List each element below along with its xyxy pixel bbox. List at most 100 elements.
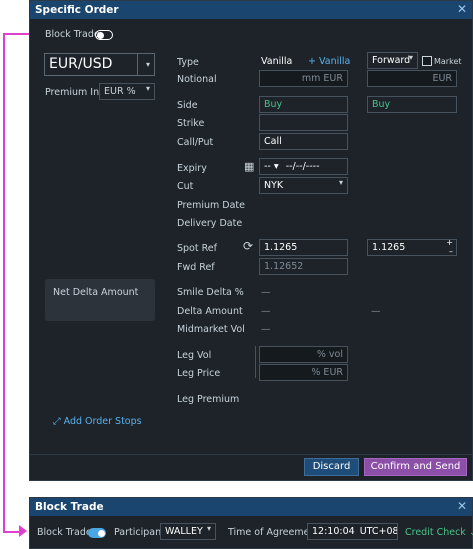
leg-vol-price-bracket — [255, 346, 258, 378]
side-label: Side — [177, 100, 198, 111]
call-put-label: Call/Put — [177, 137, 214, 148]
participant-label: Participant — [114, 527, 165, 538]
block-trade-title: Block Trade — [35, 501, 104, 513]
chevron-down-icon: ▾ — [145, 84, 150, 93]
leg1-expiry-tenor: -- ▾ — [264, 161, 279, 172]
close-icon[interactable]: ✕ — [457, 499, 467, 513]
specific-order-panel: Specific Order ✕ Block Trade EUR/USD ▾ P… — [29, 0, 473, 481]
leg2-spot-ref-input[interactable]: 1.1265 + – — [367, 239, 457, 256]
chevron-down-icon: ▾ — [338, 178, 343, 187]
participant-value: WALLEY — [165, 526, 203, 537]
refresh-icon[interactable]: ⟳ — [243, 239, 253, 253]
credit-check-label: Credit Check — [405, 527, 466, 538]
chevron-down-icon: ▾ — [145, 60, 150, 69]
leg1-spot-ref-input[interactable]: 1.1265 — [259, 239, 348, 256]
leg1-price-placeholder: % EUR — [311, 367, 343, 378]
currency-pair-divider — [137, 54, 138, 75]
leg1-cut-value: NYK — [264, 180, 284, 191]
net-delta-box: Net Delta Amount — [45, 279, 155, 321]
type-label: Type — [177, 57, 199, 68]
leg1-vol-placeholder: % vol — [316, 349, 343, 360]
block-trade-toggle-label: Block Trade — [37, 527, 92, 538]
block-trade-titlebar: Block Trade ✕ — [30, 498, 472, 516]
calendar-icon[interactable]: ▦ — [244, 160, 254, 173]
leg1-fwd-ref-value: 1.12652 — [264, 261, 304, 272]
time-zone: UTC+08:00 — [359, 526, 398, 537]
order-stops-icon: ⤢ — [53, 416, 64, 427]
leg-vol-label: Leg Vol — [177, 350, 212, 361]
leg1-notional-placeholder: mm EUR — [301, 73, 343, 84]
leg1-expiry-date: --/--/---- — [285, 161, 320, 172]
fwd-ref-label: Fwd Ref — [177, 262, 215, 273]
leg2-type-select[interactable]: Forward ▾ — [367, 52, 418, 69]
specific-order-titlebar: Specific Order ✕ — [30, 1, 472, 19]
add-order-stops-link[interactable]: ⤢ Add Order Stops — [53, 416, 142, 427]
leg1-notional-input[interactable]: mm EUR — [259, 70, 348, 87]
leg1-spot-ref-value: 1.1265 — [264, 242, 298, 253]
block-trade-panel: Block Trade ✕ Block Trade Participant WA… — [29, 497, 473, 549]
confirm-and-send-button[interactable]: Confirm and Send — [364, 458, 467, 476]
block-trade-toggle[interactable] — [95, 30, 113, 40]
connector-line-vertical — [3, 34, 5, 532]
premium-date-label: Premium Date — [177, 200, 245, 211]
time-of-agreement-input[interactable]: 12:10:04 UTC+08:00 — [307, 523, 398, 540]
expiry-label: Expiry — [177, 163, 207, 174]
leg2-notional-input[interactable]: EUR — [367, 70, 457, 87]
leg2-side-value: Buy — [372, 99, 391, 110]
smile-delta-label: Smile Delta % — [177, 287, 244, 298]
leg1-call-put-select[interactable]: Call — [259, 133, 348, 150]
leg2-spot-ref-value: 1.1265 — [372, 242, 406, 253]
add-order-stops-label: Add Order Stops — [63, 416, 142, 427]
leg1-call-put-value: Call — [264, 136, 282, 147]
time-of-agreement-label: Time of Agreement — [228, 527, 320, 538]
premium-in-select[interactable]: EUR % ▾ — [99, 83, 155, 100]
leg1-expiry-input[interactable]: -- ▾ --/--/---- — [259, 158, 348, 175]
leg-price-label: Leg Price — [177, 368, 221, 379]
time-value: 12:10:04 — [312, 526, 355, 537]
toggle-knob — [97, 31, 104, 39]
block-trade-label: Block Trade — [45, 29, 100, 40]
specific-order-title: Specific Order — [35, 4, 119, 16]
leg1-strike-input[interactable] — [259, 114, 348, 131]
leg-premium-label: Leg Premium — [177, 394, 240, 405]
net-delta-label: Net Delta Amount — [53, 287, 139, 298]
chevron-down-icon: ▾ — [206, 524, 211, 533]
premium-in-label: Premium In — [45, 87, 100, 98]
midmarket-vol-label: Midmarket Vol — [177, 324, 245, 335]
leg1-vol-input[interactable]: % vol — [259, 346, 348, 363]
leg2-delta-amount-value: — — [371, 306, 381, 317]
participant-select[interactable]: WALLEY ▾ — [160, 523, 216, 540]
leg2-notional-placeholder: EUR — [432, 73, 452, 84]
leg2-type-value: Forward — [372, 55, 411, 66]
leg1-smile-delta-value: — — [261, 287, 271, 298]
chevron-down-icon: ⌄ — [468, 527, 473, 538]
market-checkbox[interactable] — [422, 56, 432, 66]
premium-in-value: EUR % — [104, 86, 136, 97]
toggle-knob — [98, 529, 105, 537]
leg1-fwd-ref-input[interactable]: 1.12652 — [259, 258, 348, 275]
currency-pair-select[interactable]: EUR/USD ▾ — [44, 53, 155, 76]
strike-label: Strike — [177, 118, 205, 129]
chevron-down-icon: ▾ — [408, 53, 413, 62]
spot-stepper-down-icon[interactable]: – — [449, 247, 453, 255]
delta-amount-label: Delta Amount — [177, 306, 243, 317]
spot-stepper-up-icon[interactable]: + — [446, 240, 453, 247]
leg1-side-value: Buy — [264, 99, 283, 110]
market-label: Market — [434, 57, 462, 66]
discard-button[interactable]: Discard — [304, 458, 359, 476]
add-vanilla-button[interactable]: + Vanilla — [308, 56, 350, 67]
leg1-type-value: Vanilla — [261, 56, 293, 67]
leg1-side-select[interactable]: Buy — [259, 96, 348, 113]
leg2-side-select[interactable]: Buy — [367, 96, 457, 113]
leg1-price-input[interactable]: % EUR — [259, 364, 348, 381]
footer-divider — [30, 454, 472, 455]
leg1-cut-select[interactable]: NYK ▾ — [259, 177, 348, 194]
connector-arrow-icon — [19, 525, 27, 537]
close-icon[interactable]: ✕ — [457, 2, 467, 16]
notional-label: Notional — [177, 74, 217, 85]
block-trade-panel-toggle[interactable] — [88, 528, 106, 538]
spot-ref-label: Spot Ref — [177, 243, 217, 254]
cut-label: Cut — [177, 181, 194, 192]
delivery-date-label: Delivery Date — [177, 218, 243, 229]
credit-check-dropdown[interactable]: Credit Check ⌄ — [405, 527, 473, 538]
